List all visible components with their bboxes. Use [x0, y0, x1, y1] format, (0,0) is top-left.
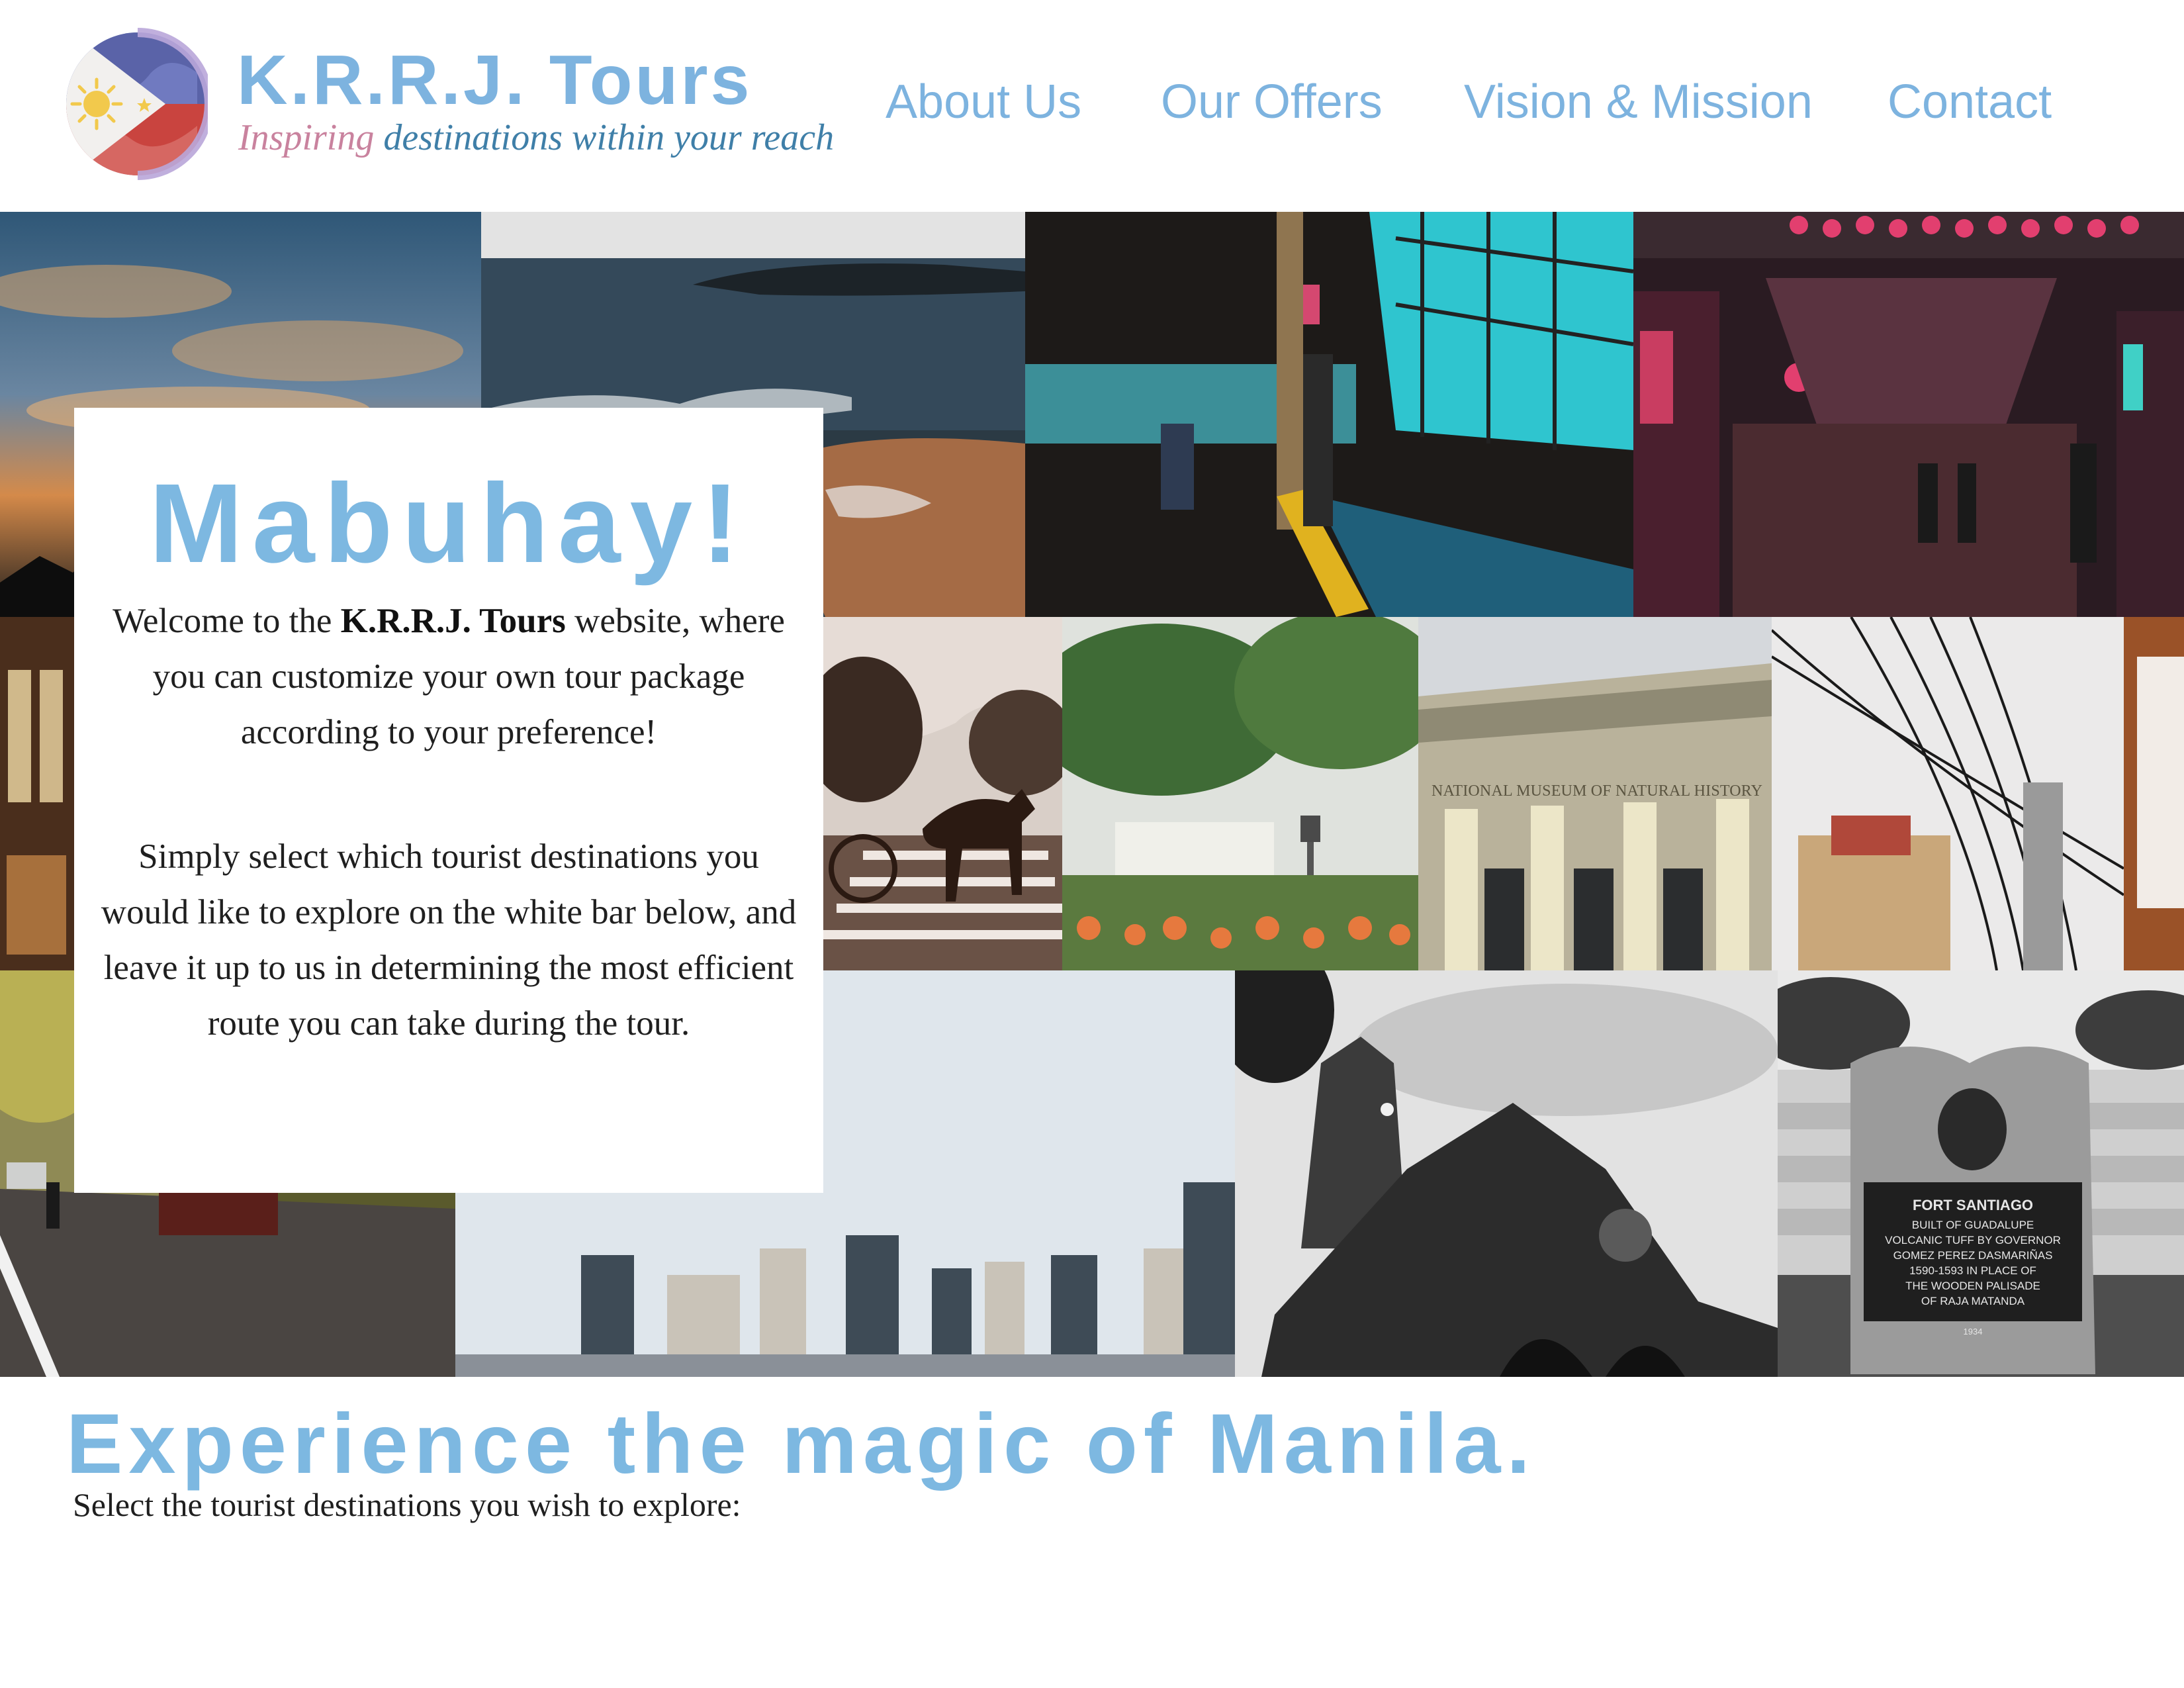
- photo-kalesa-horse: [823, 617, 1062, 970]
- photo-train-station: [1025, 212, 1633, 617]
- destination-selection-bar[interactable]: [73, 1542, 2111, 1642]
- welcome-instructions: Simply select which tourist destinations…: [101, 837, 797, 1043]
- photo-wooden-door: [2124, 617, 2184, 970]
- marker-line: OF RAJA MATANDA: [1921, 1295, 2025, 1307]
- marker-line: VOLCANIC TUFF BY GOVERNOR: [1885, 1234, 2061, 1246]
- photo-tram-window: [0, 617, 74, 970]
- photo-national-museum: NATIONAL MUSEUM OF NATURAL HISTORY: [1418, 617, 1772, 970]
- welcome-title: Mabuhay!: [149, 461, 749, 586]
- marker-line: THE WOODEN PALISADE: [1905, 1280, 2040, 1292]
- nav-about-us[interactable]: About Us: [886, 78, 1081, 126]
- museum-facade-text: NATIONAL MUSEUM OF NATURAL HISTORY: [1432, 782, 1762, 800]
- main-nav: About Us Our Offers Vision & Mission Con…: [0, 78, 2184, 138]
- experience-headline: Experience the magic of Manila.: [66, 1397, 1536, 1491]
- welcome-intro-brand: K.R.R.J. Tours: [340, 602, 566, 640]
- nav-contact[interactable]: Contact: [1888, 78, 2052, 126]
- destinations-instruction: Select the tourist destinations you wish…: [73, 1486, 741, 1523]
- nav-vision-mission[interactable]: Vision & Mission: [1464, 78, 1813, 126]
- nav-our-offers[interactable]: Our Offers: [1161, 78, 1383, 126]
- site-header: K.R.R.J. Tours Inspiring destinations wi…: [0, 0, 2184, 212]
- welcome-card: Mabuhay! Welcome to the K.R.R.J. Tours w…: [74, 408, 823, 1193]
- marker-title: FORT SANTIAGO: [1913, 1197, 2033, 1213]
- photo-manila-cathedral: [1235, 970, 1778, 1377]
- welcome-intro: Welcome to the K.R.R.J. Tours website, w…: [101, 593, 797, 760]
- marker-line: BUILT OF GUADALUPE: [1912, 1219, 2034, 1231]
- photo-fort-santiago-marker: FORT SANTIAGO BUILT OF GUADALUPE VOLCANI…: [1778, 970, 2184, 1377]
- marker-line: GOMEZ PEREZ DASMARIÑAS: [1893, 1249, 2053, 1262]
- photo-park-monument: [1062, 617, 1418, 970]
- marker-year: 1934: [1964, 1327, 1983, 1336]
- welcome-intro-before: Welcome to the: [113, 602, 341, 640]
- photo-power-lines: [1772, 617, 2124, 970]
- marker-line: 1590-1593 IN PLACE OF: [1909, 1264, 2036, 1277]
- photo-chinatown-lanterns: [1633, 212, 2184, 617]
